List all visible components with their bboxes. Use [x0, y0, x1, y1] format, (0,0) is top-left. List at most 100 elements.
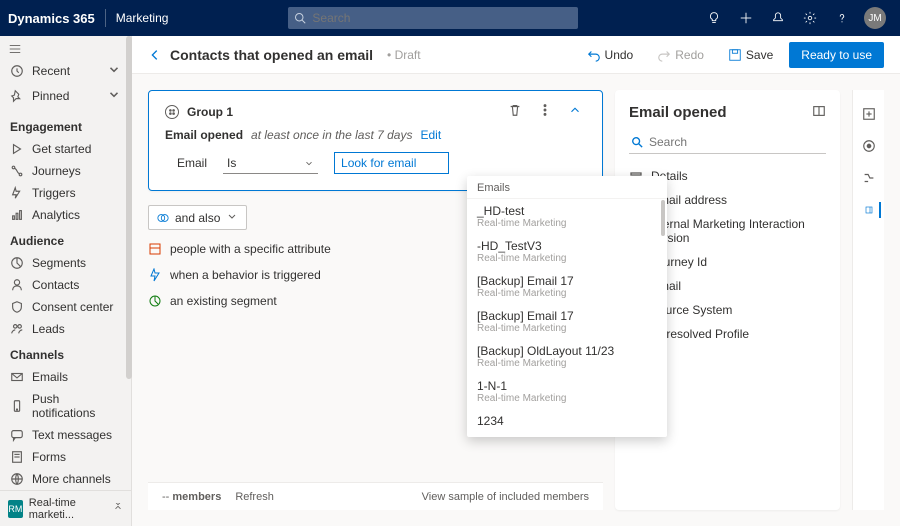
gear-icon[interactable] — [794, 0, 826, 36]
panel-title: Email opened — [629, 104, 727, 121]
redo-button[interactable]: Redo — [649, 44, 712, 66]
panel-search-input[interactable] — [649, 135, 824, 149]
flyout-item-name: -HD_TestV3 — [477, 239, 657, 253]
bell-icon[interactable] — [762, 0, 794, 36]
nav-journeys[interactable]: Journeys — [0, 160, 131, 182]
nav-analytics[interactable]: Analytics — [0, 204, 131, 226]
status-badge: • Draft — [387, 48, 421, 62]
ready-button[interactable]: Ready to use — [789, 42, 884, 68]
behavior-desc: at least once in the last 7 days — [251, 128, 412, 142]
save-button[interactable]: Save — [720, 44, 781, 66]
attr-label: Internal Marketing Interaction Version — [649, 217, 826, 245]
behavior-label: Email opened — [165, 128, 243, 142]
plus-icon[interactable] — [730, 0, 762, 36]
nav-text[interactable]: Text messages — [0, 424, 131, 446]
more-icon[interactable] — [534, 103, 556, 120]
nav-forms[interactable]: Forms — [0, 446, 131, 468]
avatar[interactable]: JM — [864, 7, 886, 29]
nav-push[interactable]: Push notifications — [0, 388, 131, 424]
flyout-item-name: [Backup] Email 17 — [477, 274, 657, 288]
flyout-item[interactable]: 1-N-1Real-time Marketing — [467, 374, 667, 409]
help-icon[interactable] — [826, 0, 858, 36]
global-search-input[interactable] — [312, 11, 572, 25]
nav-leads[interactable]: Leads — [0, 318, 131, 340]
nav-emails[interactable]: Emails — [0, 366, 131, 388]
hamburger-icon[interactable] — [0, 36, 131, 58]
nav-label: More channels — [32, 472, 111, 486]
nav-pinned-label: Pinned — [32, 89, 69, 103]
flyout-item[interactable]: [Backup] OldLayout 11/23Real-time Market… — [467, 339, 667, 374]
panel-search[interactable] — [629, 131, 826, 154]
expand-icon[interactable] — [812, 104, 826, 121]
top-bar: Dynamics 365 Marketing JM — [0, 0, 900, 36]
nav-label: Get started — [32, 142, 91, 156]
nav-label: Push notifications — [32, 392, 121, 420]
member-count: -- — [162, 491, 169, 503]
lightbulb-icon[interactable] — [698, 0, 730, 36]
and-also-button[interactable]: and also — [148, 205, 247, 230]
nav-label: Text messages — [32, 428, 112, 442]
behavior-icon — [148, 268, 162, 282]
segment-builder: Group 1 Email opened at least once in th… — [148, 90, 603, 510]
redo-label: Redo — [675, 48, 704, 62]
nav-label: Segments — [32, 256, 86, 270]
area-label: Real-time marketi... — [29, 497, 107, 521]
nav-segments[interactable]: Segments — [0, 252, 131, 274]
nav-triggers[interactable]: Triggers — [0, 182, 131, 204]
flyout-item-name: [Backup] Email 17 — [477, 309, 657, 323]
undo-button[interactable]: Undo — [579, 44, 642, 66]
refresh-link[interactable]: Refresh — [235, 491, 274, 503]
flyout-scrollbar[interactable] — [661, 200, 665, 236]
area-badge: RM — [8, 500, 23, 518]
operator-select[interactable]: Is — [223, 153, 318, 174]
flyout-item[interactable]: [Backup] Email 17Real-time Marketing — [467, 304, 667, 339]
module-name: Marketing — [116, 11, 169, 25]
flyout-item-name: _HD-test — [477, 204, 657, 218]
edit-link[interactable]: Edit — [420, 128, 441, 142]
flyout-item-sub: Real-time Marketing — [477, 288, 657, 299]
flyout-item-sub: Real-time Marketing — [477, 218, 657, 229]
rail-add-icon[interactable] — [861, 106, 877, 122]
flyout-item-name: 1234 — [477, 414, 657, 428]
nav-consent[interactable]: Consent center — [0, 296, 131, 318]
flyout-item[interactable]: -HD_TestV3Real-time Marketing — [467, 234, 667, 269]
option-label: people with a specific attribute — [170, 242, 331, 256]
intersect-icon — [157, 212, 169, 224]
topbar-actions: JM — [698, 0, 892, 36]
search-icon — [631, 136, 643, 148]
nav-get-started[interactable]: Get started — [0, 138, 131, 160]
nav-recent[interactable]: Recent — [0, 58, 131, 83]
flyout-item[interactable]: [Backup] Email 17Real-time Marketing — [467, 269, 667, 304]
global-search[interactable] — [288, 7, 578, 29]
attribute-icon — [148, 242, 162, 256]
rail-target-icon[interactable] — [861, 138, 877, 154]
top-divider — [105, 9, 106, 27]
rail-panel-icon[interactable] — [865, 202, 881, 218]
flyout-header: Emails — [467, 176, 667, 199]
group-icon — [165, 105, 179, 119]
nav-pinned[interactable]: Pinned — [0, 83, 131, 108]
group-name: Group 1 — [187, 105, 233, 119]
view-sample-link[interactable]: View sample of included members — [422, 491, 589, 503]
builder-footer: -- members Refresh View sample of includ… — [148, 482, 603, 510]
back-button[interactable] — [148, 48, 162, 62]
attr-name: Email — [177, 156, 207, 170]
email-lookup-input[interactable]: Look for email — [334, 152, 449, 174]
nav-more-channels[interactable]: More channels — [0, 468, 131, 490]
undo-label: Undo — [605, 48, 634, 62]
nav-contacts[interactable]: Contacts — [0, 274, 131, 296]
flyout-item-name: [Backup] OldLayout 11/23 — [477, 344, 657, 358]
delete-group-icon[interactable] — [504, 103, 526, 120]
nav-label: Triggers — [32, 186, 76, 200]
collapse-icon[interactable] — [564, 103, 586, 120]
nav-label: Leads — [32, 322, 65, 336]
nav-group-engagement: Engagement — [0, 112, 131, 138]
nav-label: Emails — [32, 370, 68, 384]
flyout-item[interactable]: _HD-testReal-time Marketing — [467, 199, 667, 234]
rail-flow-icon[interactable] — [861, 170, 877, 186]
members-label: members — [172, 491, 221, 503]
right-rail — [852, 90, 884, 510]
flyout-item[interactable]: 1234 — [467, 409, 667, 433]
nav-group-channels: Channels — [0, 340, 131, 366]
area-switcher[interactable]: RM Real-time marketi... — [0, 490, 131, 526]
